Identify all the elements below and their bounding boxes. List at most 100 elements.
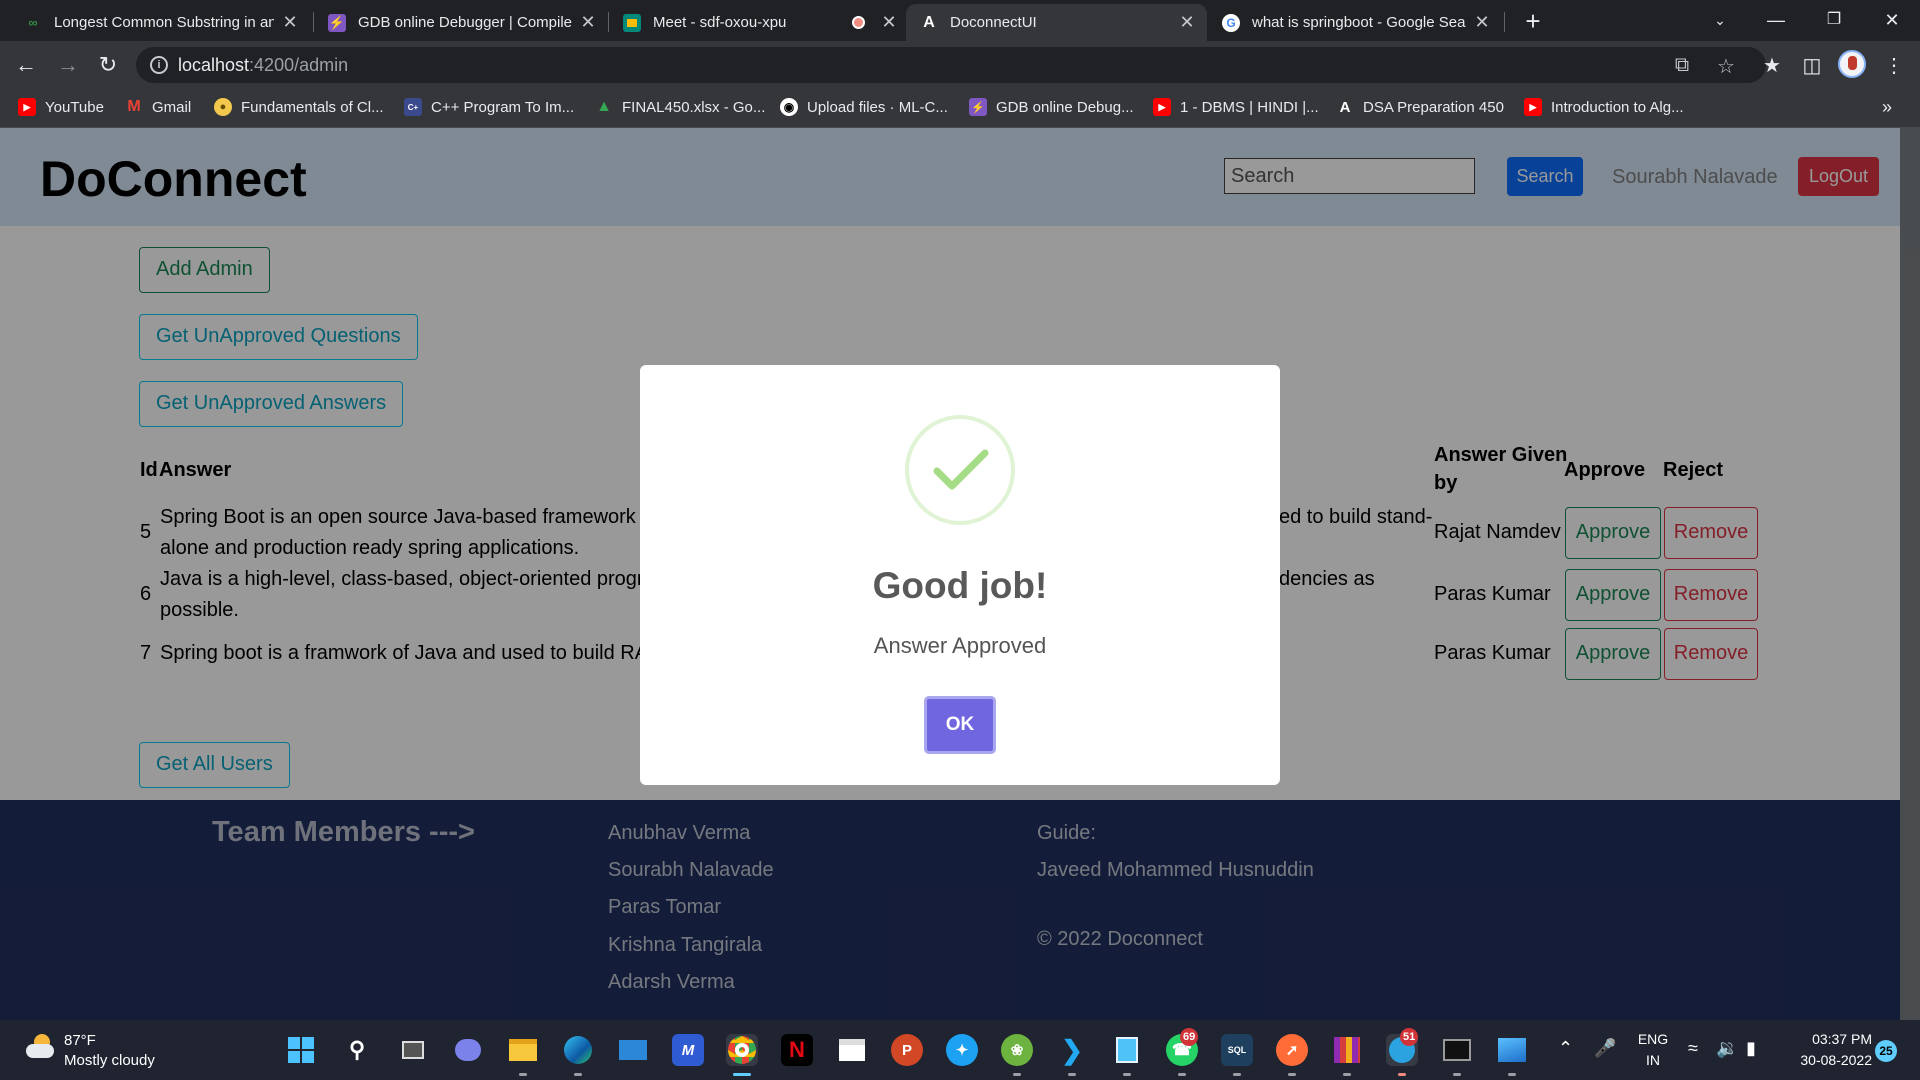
meet-icon [623,13,641,32]
bookmark-item[interactable]: A DSA Preparation 450 [1336,98,1504,116]
browser-tab-active[interactable]: A DoconnectUI ✕ [906,4,1207,41]
running-indicator [1123,1073,1131,1076]
close-tab-icon[interactable]: ✕ [1474,12,1490,33]
volume-icon[interactable]: 🔉 [1716,1038,1738,1059]
close-tab-icon[interactable]: ✕ [580,12,596,33]
dialog-title: Good job! [872,565,1048,606]
spring-tool-icon[interactable]: ❀ [1001,1034,1033,1066]
bookmark-item[interactable]: ▶ 1 - DBMS | HINDI |... [1153,98,1319,116]
browser-tab[interactable]: Meet - sdf-oxou-xpu ✕ [609,4,909,41]
ok-button[interactable]: OK [924,696,996,754]
dialog-message: Answer Approved [873,633,1047,658]
running-indicator [519,1073,527,1076]
search-icon[interactable]: ⚲ [341,1034,373,1066]
extensions-icon[interactable]: ★ [1758,53,1786,78]
windows-taskbar: 87°F Mostly cloudy ⚲ M N P ✦ ❀ ❯ ☎ 69 SQ… [0,1020,1920,1080]
bookmark-star-icon[interactable]: ☆ [1712,54,1740,79]
running-indicator [733,1073,751,1076]
tray-overflow-icon[interactable]: ⌃ [1558,1038,1573,1059]
tab-search-icon[interactable]: ⌄ [1700,4,1740,36]
gfg-icon: ∞ [28,15,38,30]
youtube-icon: ▶ [1524,98,1542,116]
browser-tab[interactable]: ∞ Longest Common Substring in an ✕ [10,4,310,41]
running-indicator [1068,1073,1076,1076]
bookmark-item[interactable]: ▶ Introduction to Alg... [1524,98,1684,116]
battery-icon[interactable]: ▮ [1746,1038,1756,1059]
postman-icon[interactable]: ➚ [1276,1034,1308,1066]
back-icon[interactable]: ← [10,49,42,81]
close-window-icon[interactable]: ✕ [1872,4,1912,36]
language-code[interactable]: ENG [1636,1031,1670,1047]
bookmark-item[interactable]: ● Fundamentals of Cl... [214,98,384,116]
microphone-icon[interactable]: 🎤 [1594,1038,1616,1059]
site-icon: C+ [404,98,422,116]
mail-icon[interactable] [617,1034,649,1066]
weather-description[interactable]: Mostly cloudy [64,1052,155,1069]
close-tab-icon[interactable]: ✕ [1179,12,1195,33]
mysql-workbench-icon[interactable]: SQL [1221,1034,1253,1066]
google-icon: G [1222,13,1240,32]
bookmark-item[interactable]: ⚡ GDB online Debug... [969,98,1134,116]
coursera-icon: ● [214,98,232,116]
weather-temperature[interactable]: 87°F [64,1032,96,1049]
netflix-icon[interactable]: N [781,1034,813,1066]
running-indicator [574,1073,582,1076]
running-indicator [1398,1073,1406,1076]
forward-icon[interactable]: → [52,49,84,81]
share-icon[interactable]: ⧉ [1668,54,1696,77]
success-dialog: Good job! Answer Approved OK [640,365,1280,785]
url-text: localhost:4200/admin [178,55,349,75]
more-bookmarks-icon[interactable]: » [1882,97,1892,118]
chrome-icon[interactable] [726,1034,758,1066]
bookmark-item[interactable]: ▶ YouTube [18,98,104,116]
running-indicator [1013,1073,1021,1076]
windows-start-icon[interactable] [285,1034,317,1066]
weather-cloud-icon[interactable] [24,1034,56,1060]
bookmark-item[interactable]: C+ C++ Program To Im... [404,98,574,116]
twitter-icon[interactable]: ✦ [946,1034,978,1066]
running-indicator [1178,1073,1186,1076]
file-explorer-icon[interactable] [507,1034,539,1066]
close-tab-icon[interactable]: ✕ [881,12,897,33]
notepad-icon[interactable] [1111,1034,1143,1066]
profile-avatar[interactable] [1838,50,1866,78]
store-icon[interactable] [836,1034,868,1066]
bookmark-item[interactable]: ▲ FINAL450.xlsx - Go... [595,98,765,116]
minimize-icon[interactable]: — [1756,4,1796,36]
wifi-icon[interactable]: ≈ [1688,1038,1698,1059]
terminal-icon[interactable] [1441,1034,1473,1066]
notification-count[interactable]: 25 [1875,1040,1897,1062]
running-indicator [1288,1073,1296,1076]
clock-date[interactable]: 30-08-2022 [1792,1052,1872,1068]
tab-title: GDB online Debugger | Compiler [358,14,572,31]
site-info-icon[interactable]: i [150,56,168,74]
gmail-icon: M [127,98,141,115]
side-panel-icon[interactable]: ◫ [1798,53,1826,78]
new-tab-icon[interactable]: + [1518,6,1548,37]
tab-title: what is springboot - Google Sear [1252,14,1466,31]
restore-icon[interactable]: ❐ [1814,4,1854,36]
edge-icon[interactable] [562,1034,594,1066]
gdb-icon: ⚡ [328,13,346,32]
dev-app-icon[interactable]: M [672,1034,704,1066]
browser-tab[interactable]: ⚡ GDB online Debugger | Compiler ✕ [314,4,608,41]
task-view-icon[interactable] [397,1034,429,1066]
teams-chat-icon[interactable] [452,1034,484,1066]
browser-tab[interactable]: G what is springboot - Google Sear ✕ [1208,4,1502,41]
menu-kebab-icon[interactable]: ⋮ [1880,53,1908,78]
clock-time[interactable]: 03:37 PM [1792,1031,1872,1047]
running-indicator [1508,1073,1516,1076]
close-tab-icon[interactable]: ✕ [282,12,298,33]
language-region[interactable]: IN [1636,1052,1670,1068]
photos-icon[interactable] [1496,1034,1528,1066]
bookmark-item[interactable]: ◉ Upload files · ML-C... [780,98,948,116]
bookmark-item[interactable]: M Gmail [125,98,191,116]
recording-icon [849,14,867,32]
address-bar[interactable]: i localhost:4200/admin ⧉ ☆ [136,47,1766,83]
angular-icon: A [1339,98,1351,116]
winrar-icon[interactable] [1331,1034,1363,1066]
vscode-icon[interactable]: ❯ [1056,1034,1088,1066]
reload-icon[interactable]: ↻ [92,49,124,81]
running-indicator [1453,1073,1461,1076]
powerpoint-icon[interactable]: P [891,1034,923,1066]
